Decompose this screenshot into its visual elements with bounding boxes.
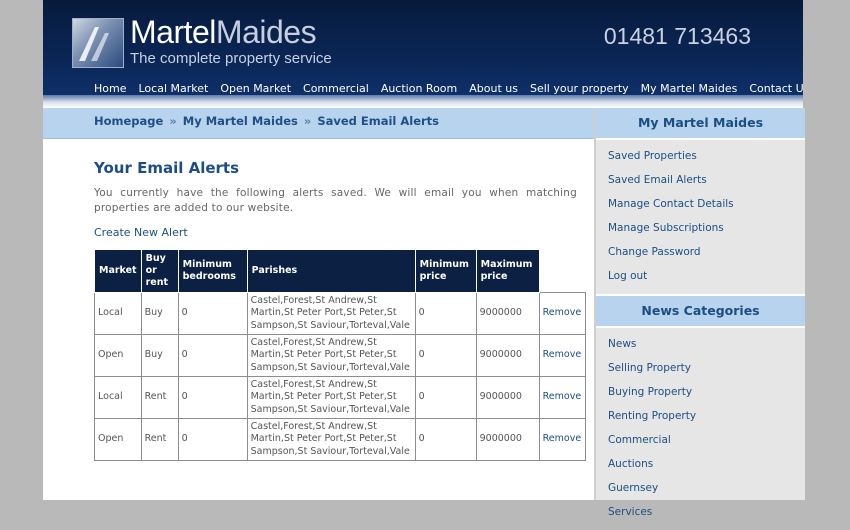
- remove-alert-link[interactable]: Remove: [538, 292, 587, 335]
- cell-max-price: 9000000: [475, 292, 540, 335]
- cell-max-price: 9000000: [475, 376, 540, 419]
- cell-max-price: 9000000: [475, 334, 540, 377]
- sidebar-item-guernsey[interactable]: Guernsey: [608, 476, 805, 500]
- table-row: Local Rent 0 Castel,Forest,St Andrew,St …: [94, 376, 587, 419]
- cell-market: Local: [94, 292, 142, 335]
- sidebar-item-saved-properties[interactable]: Saved Properties: [608, 144, 805, 168]
- cell-parishes: Castel,Forest,St Andrew,St Martin,St Pet…: [246, 292, 416, 335]
- alerts-table: Market Buy or rent Minimum bedrooms Pari…: [94, 249, 587, 461]
- col-header-min-price: Minimum price: [414, 249, 477, 293]
- breadcrumb-separator: »: [169, 114, 177, 128]
- sidebar-item-renting-property[interactable]: Renting Property: [608, 404, 805, 428]
- sidebar-item-news[interactable]: News: [608, 332, 805, 356]
- page-title: Your Email Alerts: [94, 159, 240, 177]
- sidebar-item-selling-property[interactable]: Selling Property: [608, 356, 805, 380]
- phone-number: 01481 713463: [603, 23, 751, 49]
- brand-name[interactable]: MartelMaides: [130, 14, 317, 50]
- cell-min-price: 0: [414, 376, 477, 419]
- cell-market: Local: [94, 376, 142, 419]
- col-header-market: Market: [94, 249, 142, 293]
- breadcrumb-homepage[interactable]: Homepage: [94, 114, 163, 128]
- brand-tagline: The complete property service: [130, 50, 332, 67]
- breadcrumb-bar: Homepage » My Martel Maides » Saved Email Al…: [43, 108, 594, 139]
- site-header: MartelMaides The complete property servi…: [43, 0, 803, 108]
- cell-parishes: Castel,Forest,St Andrew,St Martin,St Pet…: [246, 334, 416, 377]
- remove-alert-link[interactable]: Remove: [538, 334, 587, 377]
- cell-max-price: 9000000: [475, 418, 540, 461]
- create-new-alert-link[interactable]: Create New Alert: [94, 226, 188, 239]
- brand-name-part1: Martel: [130, 14, 216, 50]
- sidebar-item-commercial[interactable]: Commercial: [608, 428, 805, 452]
- sidebar-heading-account: My Martel Maides: [596, 108, 805, 140]
- cell-type: Rent: [140, 418, 179, 461]
- col-header-buy-or-rent: Buy or rent: [140, 249, 179, 293]
- cell-type: Rent: [140, 376, 179, 419]
- sidebar-item-manage-subscriptions[interactable]: Manage Subscriptions: [608, 216, 805, 240]
- table-header-row: Market Buy or rent Minimum bedrooms Pari…: [94, 249, 586, 293]
- sidebar: My Martel Maides Saved Properties Saved …: [594, 108, 805, 518]
- cell-type: Buy: [140, 292, 179, 335]
- sidebar-item-saved-email-alerts[interactable]: Saved Email Alerts: [608, 168, 805, 192]
- col-header-max-price: Maximum price: [475, 249, 540, 293]
- table-row: Open Buy 0 Castel,Forest,St Andrew,St Ma…: [94, 334, 587, 377]
- remove-alert-link[interactable]: Remove: [538, 418, 587, 461]
- cell-market: Open: [94, 334, 142, 377]
- cell-min-price: 0: [414, 292, 477, 335]
- logo-icon[interactable]: [72, 18, 124, 68]
- cell-parishes: Castel,Forest,St Andrew,St Martin,St Pet…: [246, 376, 416, 419]
- sidebar-item-auctions[interactable]: Auctions: [608, 452, 805, 476]
- intro-text: You currently have the following alerts …: [94, 187, 577, 214]
- brand-name-part2: Maides: [215, 14, 317, 50]
- sidebar-item-services[interactable]: Services: [608, 500, 805, 524]
- col-header-parishes: Parishes: [246, 249, 416, 293]
- sidebar-item-manage-contact-details[interactable]: Manage Contact Details: [608, 192, 805, 216]
- cell-bedrooms: 0: [177, 418, 248, 461]
- cell-min-price: 0: [414, 418, 477, 461]
- breadcrumb-separator: »: [303, 114, 312, 128]
- table-row: Open Rent 0 Castel,Forest,St Andrew,St M…: [94, 418, 587, 461]
- cell-market: Open: [94, 418, 142, 461]
- cell-min-price: 0: [414, 334, 477, 377]
- cell-bedrooms: 0: [177, 334, 248, 377]
- breadcrumb-my-martel-maides[interactable]: My Martel Maides: [183, 114, 298, 128]
- sidebar-item-change-password[interactable]: Change Password: [608, 240, 805, 264]
- table-row: Local Buy 0 Castel,Forest,St Andrew,St M…: [94, 292, 587, 335]
- page: MartelMaides The complete property servi…: [43, 0, 805, 518]
- col-header-action: [539, 249, 586, 293]
- cell-type: Buy: [140, 334, 179, 377]
- breadcrumb-saved-email-alerts[interactable]: Saved Email Alerts: [317, 114, 439, 128]
- sidebar-item-buying-property[interactable]: Buying Property: [608, 380, 805, 404]
- sidebar-heading-news: News Categories: [596, 294, 805, 328]
- cell-bedrooms: 0: [177, 292, 248, 335]
- sidebar-item-log-out[interactable]: Log out: [608, 264, 805, 288]
- cell-parishes: Castel,Forest,St Andrew,St Martin,St Pet…: [246, 418, 416, 461]
- col-header-min-bedrooms: Minimum bedrooms: [177, 249, 248, 293]
- account-menu: Saved Properties Saved Email Alerts Mana…: [596, 140, 805, 294]
- cell-bedrooms: 0: [177, 376, 248, 419]
- remove-alert-link[interactable]: Remove: [538, 376, 587, 419]
- breadcrumb: Homepage » My Martel Maides » Saved Email Al…: [94, 114, 439, 128]
- header-swoosh: [43, 95, 803, 108]
